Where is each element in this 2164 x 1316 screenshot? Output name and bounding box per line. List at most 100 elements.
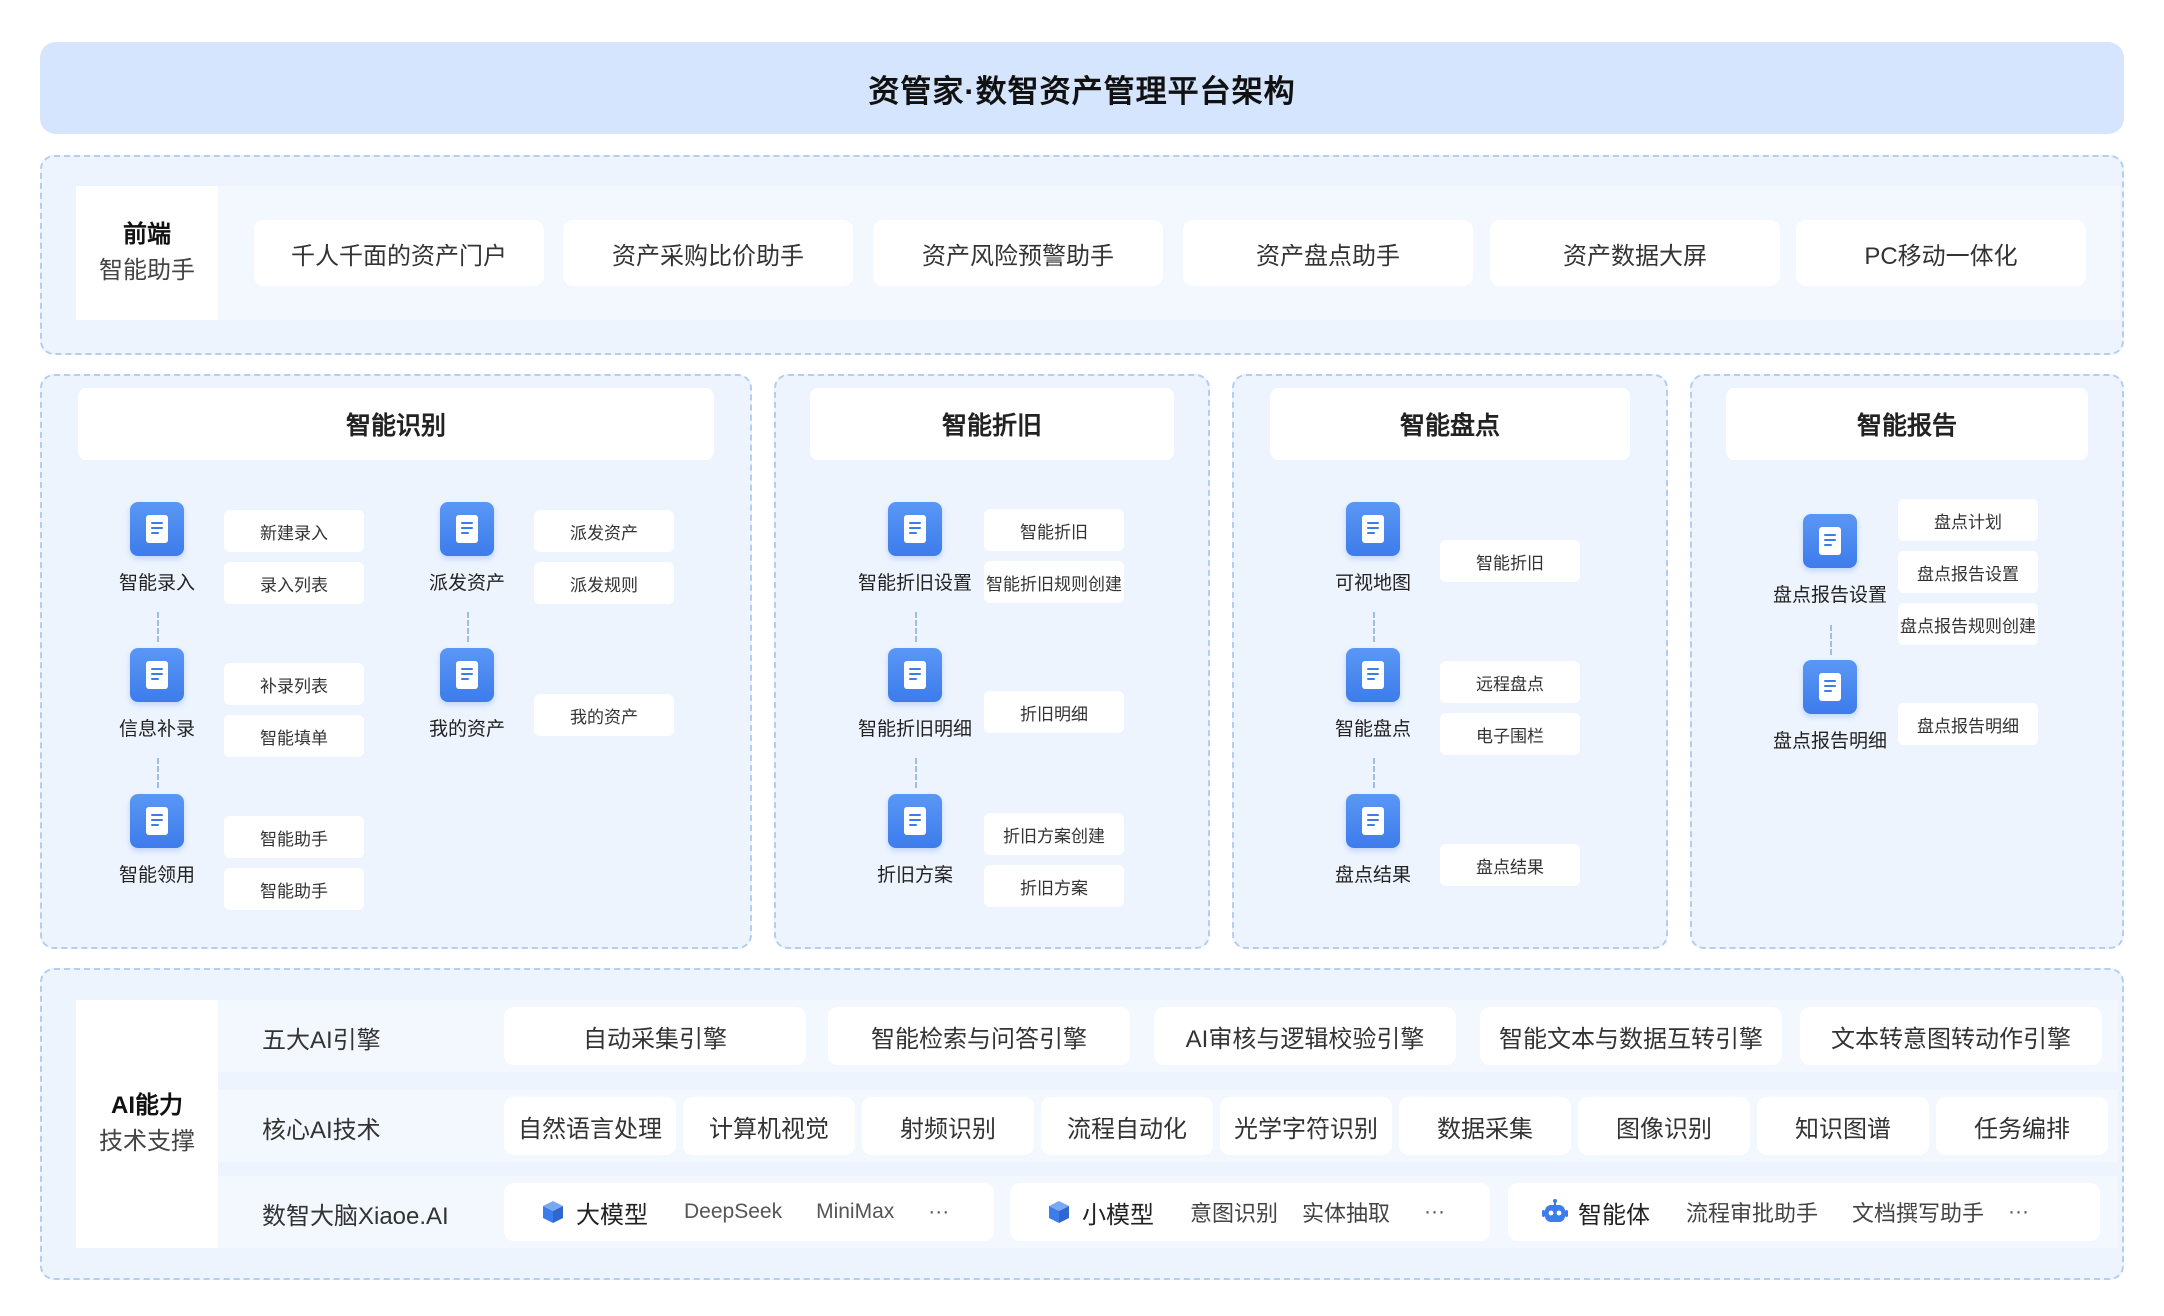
depreciation-title: 智能折旧 [810,388,1174,460]
tag-dispatch-rule[interactable]: 派发规则 [534,562,674,604]
model-item: 文档撰写助手 [1852,1201,1985,1226]
node-my-asset[interactable]: 我的资产 [387,648,547,741]
document-icon [440,502,494,556]
node-report-settings[interactable]: 盘点报告设置 [1750,514,1910,607]
tag-report-rule-create[interactable]: 盘点报告规则创建 [1898,603,2038,645]
model-group-large[interactable]: 大模型 DeepSeek MiniMax ··· [504,1183,994,1241]
connector-line [157,758,159,788]
frontend-item-inventory[interactable]: 资产盘点助手 [1183,220,1473,286]
report-title: 智能报告 [1726,388,2088,460]
node-label: 可视地图 [1334,573,1411,594]
node-label: 盘点报告设置 [1772,585,1887,606]
engine-audit-validate[interactable]: AI审核与逻辑校验引擎 [1154,1007,1456,1065]
tag-plan-create[interactable]: 折旧方案创建 [984,813,1124,855]
more-ellipsis: ··· [1424,1200,1446,1223]
node-inventory-result[interactable]: 盘点结果 [1293,794,1453,887]
robot-icon [1542,1199,1568,1222]
frontend-item-pc-mobile[interactable]: PC移动一体化 [1796,220,2086,286]
engine-text-data[interactable]: 智能文本与数据互转引擎 [1480,1007,1782,1065]
node-label: 智能折旧明细 [857,719,972,740]
model-group-agent[interactable]: 智能体 流程审批助手 文档撰写助手 ··· [1508,1183,2100,1241]
document-icon [888,794,942,848]
inventory-title: 智能盘点 [1270,388,1630,460]
tech-process-automation[interactable]: 流程自动化 [1041,1097,1213,1155]
tech-rfid[interactable]: 射频识别 [862,1097,1034,1155]
tech-knowledge-graph[interactable]: 知识图谱 [1757,1097,1929,1155]
document-icon [1803,514,1857,568]
recognition-title: 智能识别 [78,388,714,460]
model-group-name: 小模型 [1082,1201,1154,1229]
frontend-item-procurement[interactable]: 资产采购比价助手 [563,220,853,286]
connector-line [1830,625,1832,655]
node-smart-claim[interactable]: 智能领用 [77,794,237,887]
tech-image-recognition[interactable]: 图像识别 [1578,1097,1750,1155]
node-label: 智能领用 [118,865,195,886]
tag-geofence[interactable]: 电子围栏 [1440,713,1580,755]
connector-line [915,758,917,788]
node-label: 盘点报告明细 [1772,731,1887,752]
tag-supplement-list[interactable]: 补录列表 [224,663,364,705]
tag-map-depreciation[interactable]: 智能折旧 [1440,540,1580,582]
tag-remote-inventory[interactable]: 远程盘点 [1440,661,1580,703]
tech-computer-vision[interactable]: 计算机视觉 [683,1097,855,1155]
frontend-item-portal[interactable]: 千人千面的资产门户 [254,220,544,286]
node-label: 智能录入 [118,573,195,594]
node-dispatch-asset[interactable]: 派发资产 [387,502,547,595]
frontend-label: 前端 智能助手 [76,186,218,320]
frontend-label-title: 前端 [123,221,171,248]
node-report-detail[interactable]: 盘点报告明细 [1750,660,1910,753]
model-group-small[interactable]: 小模型 意图识别 实体抽取 ··· [1010,1183,1490,1241]
node-depreciation-plan[interactable]: 折旧方案 [835,794,995,887]
tag-report-settings[interactable]: 盘点报告设置 [1898,551,2038,593]
tag-smart-depreciation[interactable]: 智能折旧 [984,509,1124,551]
node-label: 信息补录 [118,719,195,740]
connector-line [1373,758,1375,788]
node-depreciation-settings[interactable]: 智能折旧设置 [835,502,995,595]
node-label: 智能盘点 [1334,719,1411,740]
tag-inventory-result[interactable]: 盘点结果 [1440,844,1580,886]
tag-entry-list[interactable]: 录入列表 [224,562,364,604]
tech-nlp[interactable]: 自然语言处理 [504,1097,676,1155]
node-smart-entry[interactable]: 智能录入 [77,502,237,595]
frontend-item-dashboard[interactable]: 资产数据大屏 [1490,220,1780,286]
tech-data-collection[interactable]: 数据采集 [1399,1097,1571,1155]
document-icon [1346,794,1400,848]
tech-ocr[interactable]: 光学字符识别 [1220,1097,1392,1155]
model-group-name: 大模型 [576,1201,648,1229]
tech-task-orchestration[interactable]: 任务编排 [1936,1097,2108,1155]
ai-label-subtitle: 技术支撑 [99,1128,195,1155]
ai-label-title: AI能力 [111,1092,183,1119]
node-label: 智能折旧设置 [857,573,972,594]
tag-smart-fill[interactable]: 智能填单 [224,715,364,757]
tag-depreciation-plan[interactable]: 折旧方案 [984,865,1124,907]
tag-new-entry[interactable]: 新建录入 [224,510,364,552]
document-icon [1346,648,1400,702]
frontend-label-subtitle: 智能助手 [99,257,195,284]
node-depreciation-detail[interactable]: 智能折旧明细 [835,648,995,741]
node-visual-map[interactable]: 可视地图 [1293,502,1453,595]
more-ellipsis: ··· [2008,1200,2030,1223]
frontend-item-risk[interactable]: 资产风险预警助手 [873,220,1163,286]
tag-report-detail[interactable]: 盘点报告明细 [1898,703,2038,745]
connector-line [1373,612,1375,642]
node-smart-inventory[interactable]: 智能盘点 [1293,648,1453,741]
tag-depreciation-detail[interactable]: 折旧明细 [984,691,1124,733]
tag-smart-assistant[interactable]: 智能助手 [224,868,364,910]
tag-my-asset[interactable]: 我的资产 [534,694,674,736]
connector-line [157,612,159,642]
engine-intent-action[interactable]: 文本转意图转动作引擎 [1800,1007,2102,1065]
tag-dispatch-asset[interactable]: 派发资产 [534,510,674,552]
node-info-supplement[interactable]: 信息补录 [77,648,237,741]
tag-smart-assistant[interactable]: 智能助手 [224,816,364,858]
tag-depreciation-rule-create[interactable]: 智能折旧规则创建 [984,561,1124,603]
model-item: 意图识别 [1190,1201,1279,1226]
model-item: MiniMax [816,1200,895,1223]
node-label: 我的资产 [428,719,505,740]
engine-search-qa[interactable]: 智能检索与问答引擎 [828,1007,1130,1065]
document-icon [1346,502,1400,556]
model-item: 流程审批助手 [1686,1201,1819,1226]
tag-inventory-plan[interactable]: 盘点计划 [1898,499,2038,541]
document-icon [440,648,494,702]
document-icon [888,502,942,556]
engine-auto-collect[interactable]: 自动采集引擎 [504,1007,806,1065]
